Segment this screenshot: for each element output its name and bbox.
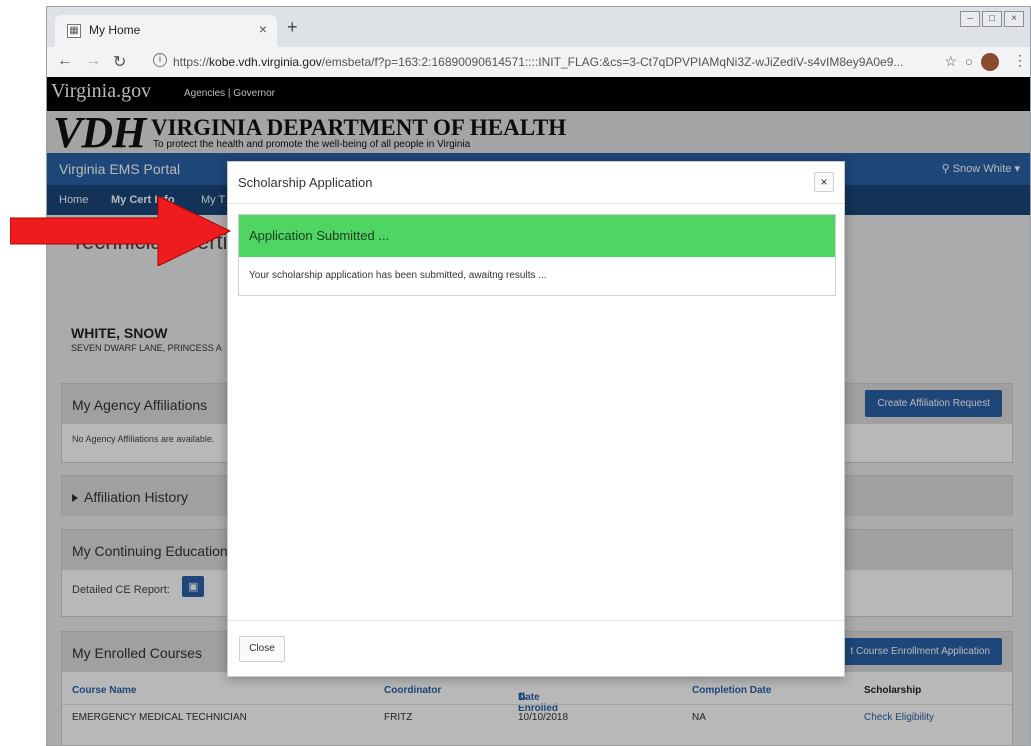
window-controls: – □ × (960, 11, 1024, 27)
alert-body: Your scholarship application has been su… (239, 257, 835, 295)
alert-message: Your scholarship application has been su… (249, 270, 547, 281)
extension-icon[interactable]: ○ (965, 54, 973, 69)
maximize-button[interactable]: □ (982, 11, 1002, 27)
browser-window: ▦ My Home × + – □ × ← → ↻ i https://kobe… (46, 6, 1031, 746)
bookmark-star-icon[interactable]: ☆ (944, 53, 957, 70)
url-text: https://kobe.vdh.virginia.gov/emsbeta/f?… (173, 55, 904, 69)
title-bar: ▦ My Home × + – □ × (47, 7, 1030, 47)
web-page: Virginia.gov Agencies | Governor VDH VIR… (47, 77, 1030, 745)
browser-toolbar: ← → ↻ i https://kobe.vdh.virginia.gov/em… (47, 47, 1030, 77)
site-info-icon[interactable]: i (153, 53, 167, 67)
scholarship-dialog: Scholarship Application × Application Su… (227, 161, 845, 677)
dialog-footer: Close (228, 620, 844, 676)
alert-header: Application Submitted ... (239, 215, 835, 257)
forward-arrow-icon[interactable]: → (85, 52, 101, 70)
new-tab-button[interactable]: + (287, 17, 298, 38)
close-button[interactable]: Close (239, 636, 285, 662)
dialog-close-icon[interactable]: × (814, 172, 834, 192)
tab-close-icon[interactable]: × (259, 21, 267, 37)
page-favicon-icon: ▦ (67, 24, 81, 38)
profile-avatar[interactable] (981, 53, 999, 71)
alert-title: Application Submitted ... (249, 228, 390, 243)
dialog-title: Scholarship Application (238, 175, 373, 190)
tab-title: My Home (89, 23, 141, 37)
browser-menu-icon[interactable]: ⋮ (1013, 52, 1027, 69)
browser-tab[interactable]: ▦ My Home × (55, 15, 277, 47)
close-window-button[interactable]: × (1004, 11, 1024, 27)
red-arrow-icon (10, 196, 232, 266)
dialog-header: Scholarship Application × (228, 162, 844, 204)
back-arrow-icon[interactable]: ← (57, 52, 73, 70)
reload-icon[interactable]: ↻ (113, 52, 126, 72)
minimize-button[interactable]: – (960, 11, 980, 27)
address-bar[interactable]: i https://kobe.vdh.virginia.gov/emsbeta/… (149, 50, 961, 74)
success-alert: Application Submitted ... Your scholarsh… (238, 214, 836, 296)
